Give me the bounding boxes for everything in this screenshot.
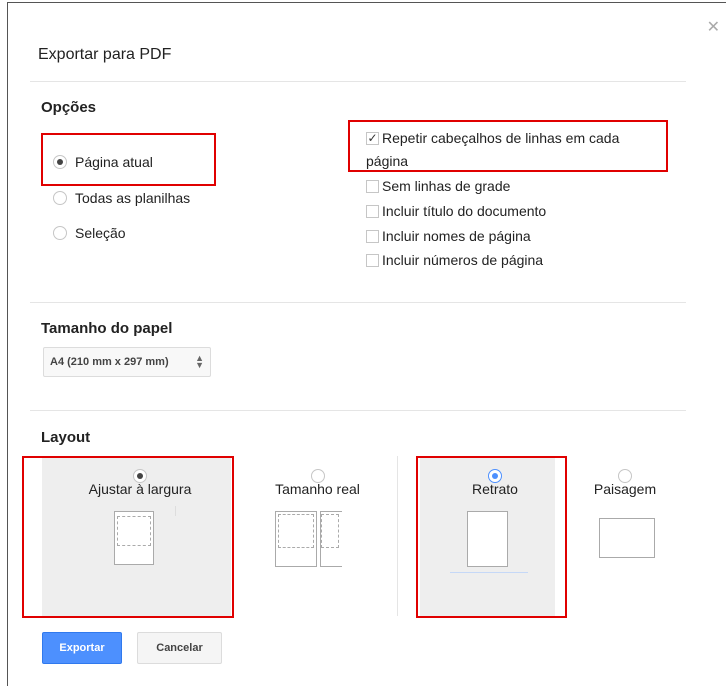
checkbox-checked-icon[interactable]: ✓ [366,131,379,145]
checkbox-label: Incluir título do documento [382,203,547,219]
paper-size-select[interactable]: A4 (210 mm x 297 mm) ▲ ▼ [43,347,211,377]
updown-arrows-icon: ▲ ▼ [195,353,204,370]
radio-all-sheets[interactable]: Todas as planilhas [53,190,190,206]
actual-size-preview-icon [275,511,317,567]
export-button[interactable]: Exportar [42,632,122,664]
checkbox-label: Sem linhas de grade [382,178,511,194]
actual-size-preview-icon [320,511,342,567]
radio-current-page[interactable]: Página atual [53,154,153,170]
cancel-button[interactable]: Cancelar [137,632,222,664]
checkbox-icon[interactable] [366,179,379,193]
checkbox-label-continued: página [366,153,409,169]
fit-width-preview-icon [114,511,154,565]
options-heading: Opções [41,99,97,116]
checkbox-label: Incluir números de página [382,252,544,268]
preview-tick [175,506,176,516]
close-icon[interactable]: ✕ [707,20,720,36]
radio-label: Página atual [75,154,153,170]
divider [30,81,686,82]
checkbox-icon[interactable] [366,253,379,267]
layout-fit-width[interactable]: Ajustar à largura [70,469,210,497]
layout-divider [397,456,398,616]
radio-selected-icon[interactable] [53,155,67,169]
checkbox-doc-title[interactable]: Incluir título do documento [366,203,546,219]
checkbox-repeat-headers[interactable]: ✓ Repetir cabeçalhos de linhas em cada [366,130,619,146]
checkbox-icon[interactable] [366,229,379,243]
layout-fit-width-label: Ajustar à largura [88,481,192,497]
checkbox-page-names[interactable]: Incluir nomes de página [366,228,531,244]
orientation-landscape[interactable]: Paisagem [570,469,680,497]
landscape-preview-icon [599,518,655,558]
checkbox-page-numbers[interactable]: Incluir números de página [366,252,543,268]
radio-label: Seleção [75,225,126,241]
portrait-preview-icon [467,511,508,567]
dialog-title: Exportar para PDF [38,46,172,63]
paper-size-value: A4 (210 mm x 297 mm) [50,356,169,368]
checkbox-icon[interactable] [366,204,379,218]
orientation-portrait-label: Retrato [472,481,518,497]
layout-actual-size[interactable]: Tamanho real [250,469,385,497]
radio-selection[interactable]: Seleção [53,225,126,241]
orientation-landscape-label: Paisagem [593,481,657,497]
radio-icon[interactable] [53,226,67,240]
radio-label: Todas as planilhas [75,190,191,206]
divider [30,302,686,303]
radio-icon[interactable] [53,191,67,205]
divider [30,410,686,411]
paper-size-heading: Tamanho do papel [41,320,173,337]
checkbox-no-gridlines[interactable]: Sem linhas de grade [366,178,510,194]
checkbox-label: Incluir nomes de página [382,228,531,244]
preview-baseline [450,572,528,573]
layout-heading: Layout [41,429,91,446]
layout-actual-size-label: Tamanho real [275,481,360,497]
checkbox-label: Repetir cabeçalhos de linhas em cada [382,130,620,146]
orientation-portrait[interactable]: Retrato [440,469,550,497]
